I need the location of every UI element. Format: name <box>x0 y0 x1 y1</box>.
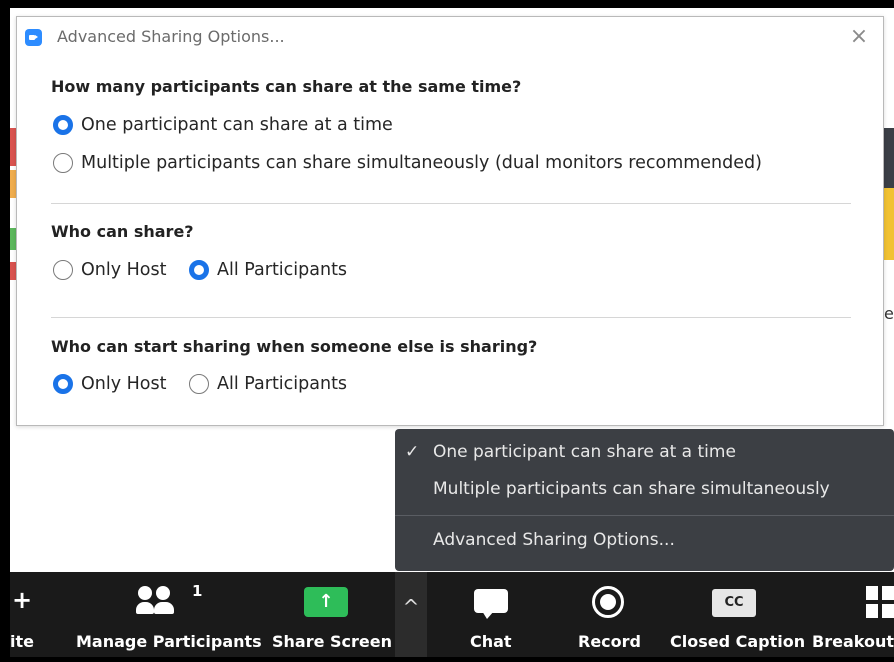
background-video-strip <box>884 128 894 188</box>
share-options-menu: ✓ One participant can share at a time Mu… <box>395 429 894 571</box>
radio-button[interactable] <box>189 374 209 394</box>
share-screen-button[interactable]: ↑ Share Screen <box>266 572 393 657</box>
radio-option-label: All Participants <box>217 374 348 394</box>
radio-option-only-host[interactable]: Only Host <box>53 374 167 394</box>
dialog-titlebar[interactable]: Advanced Sharing Options... × <box>17 17 883 57</box>
background-text-fragment: e <box>884 304 894 323</box>
section-divider <box>51 203 851 204</box>
invite-button[interactable]: + ite <box>10 572 60 657</box>
breakout-rooms-label: Breakout R <box>812 632 894 651</box>
participant-count-badge: 1 <box>192 582 203 600</box>
checkmark-icon: ✓ <box>405 442 420 462</box>
radio-option-all-participants[interactable]: All Participants <box>189 260 347 280</box>
closed-caption-icon: CC <box>712 589 756 617</box>
question-who-can-share: Who can share? <box>51 222 194 241</box>
radio-button[interactable] <box>53 260 73 280</box>
close-icon[interactable]: × <box>847 25 871 49</box>
radio-option-only-host[interactable]: Only Host <box>53 260 167 280</box>
radio-option-label: Only Host <box>81 260 167 280</box>
dialog-title: Advanced Sharing Options... <box>57 27 285 46</box>
zoom-logo-icon <box>25 29 42 46</box>
radio-option-multiple-participants[interactable]: Multiple participants can share simultan… <box>53 153 762 173</box>
chat-label: Chat <box>470 632 512 651</box>
menu-item-advanced-sharing-options[interactable]: Advanced Sharing Options... <box>433 530 675 550</box>
menu-divider <box>395 515 894 516</box>
add-person-icon: + <box>12 586 33 614</box>
radio-button-selected[interactable] <box>53 115 73 135</box>
menu-item-multiple-participants[interactable]: Multiple participants can share simultan… <box>433 479 830 499</box>
radio-button-selected[interactable] <box>189 260 209 280</box>
manage-participants-label: Manage Participants <box>76 632 262 651</box>
invite-label: ite <box>10 632 34 651</box>
background-video-strip <box>884 188 894 260</box>
closed-caption-button[interactable]: CC Closed Caption <box>668 572 806 657</box>
record-label: Record <box>578 632 641 651</box>
frame-left <box>0 0 10 662</box>
radio-option-label: Multiple participants can share simultan… <box>81 153 762 173</box>
advanced-sharing-dialog: Advanced Sharing Options... × How many p… <box>16 16 884 426</box>
radio-option-label: All Participants <box>217 260 348 280</box>
meeting-toolbar: + ite 1 Manage Participants ↑ Share Scre… <box>10 572 894 657</box>
share-screen-label: Share Screen <box>272 632 393 651</box>
share-screen-icon: ↑ <box>304 587 348 617</box>
radio-option-all-participants[interactable]: All Participants <box>189 374 347 394</box>
share-options-caret-button[interactable]: ^ <box>395 572 427 657</box>
participants-icon <box>136 586 180 618</box>
menu-item-one-participant[interactable]: One participant can share at a time <box>433 442 736 462</box>
question-who-can-start-sharing: Who can start sharing when someone else … <box>51 337 538 356</box>
section-divider <box>51 317 851 318</box>
breakout-rooms-icon <box>866 586 894 618</box>
radio-button-selected[interactable] <box>53 374 73 394</box>
radio-option-label: Only Host <box>81 374 167 394</box>
chat-bubble-icon <box>474 589 508 619</box>
radio-option-label: One participant can share at a time <box>81 115 393 135</box>
frame-top <box>0 0 894 8</box>
radio-button[interactable] <box>53 153 73 173</box>
manage-participants-button[interactable]: 1 Manage Participants <box>70 572 262 657</box>
question-simultaneous-sharing: How many participants can share at the s… <box>51 77 522 96</box>
frame-bottom <box>0 657 894 662</box>
record-button[interactable]: Record <box>566 572 656 657</box>
closed-caption-label: Closed Caption <box>670 632 806 651</box>
record-icon <box>592 586 624 618</box>
radio-option-one-participant[interactable]: One participant can share at a time <box>53 115 393 135</box>
breakout-rooms-button[interactable]: Breakout R <box>810 572 894 657</box>
chat-button[interactable]: Chat <box>450 572 530 657</box>
